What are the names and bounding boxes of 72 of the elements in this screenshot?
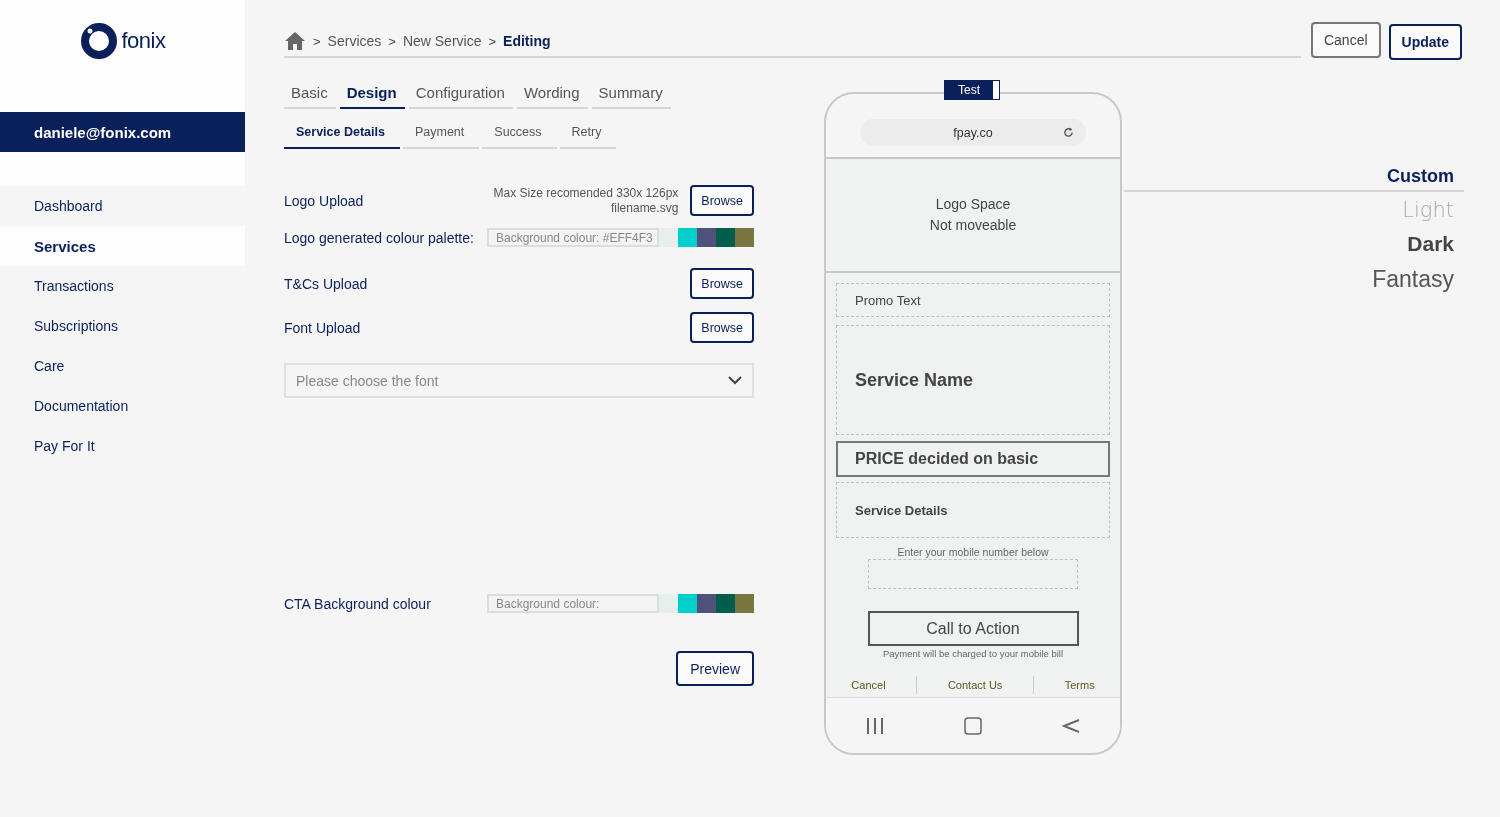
price-box: PRICE decided on basic [836, 441, 1110, 477]
footer-link[interactable]: Contact Us [947, 679, 1003, 691]
colour-swatch[interactable] [735, 594, 754, 613]
colour-swatch[interactable] [678, 594, 697, 613]
size-hint: Max Size recomended 330x 126px [493, 185, 679, 201]
call-to-action-button[interactable]: Call to Action [867, 611, 1079, 646]
field-label: T&Cs Upload [284, 275, 368, 292]
address-bar[interactable]: fpay.co [860, 119, 1086, 146]
sidebar-item[interactable]: Subscriptions [0, 306, 245, 346]
chevron-down-icon [728, 376, 742, 385]
sub-tab[interactable]: Retry [559, 117, 617, 149]
sub-tab[interactable]: Payment [402, 117, 480, 149]
footer-link[interactable]: Terms [1064, 679, 1095, 691]
logo-text: fonix [121, 28, 166, 54]
breadcrumb-link[interactable]: New Service [402, 33, 482, 49]
colour-swatch[interactable] [716, 228, 735, 247]
sidebar-item[interactable]: Dashboard [0, 186, 245, 226]
theme-option[interactable]: Dark [1407, 232, 1464, 256]
test-toggle[interactable]: Test [944, 80, 1000, 100]
home-icon[interactable] [284, 31, 306, 51]
logo-space-text: Not moveable [929, 216, 1017, 235]
theme-option[interactable]: Custom [1124, 166, 1464, 192]
update-button[interactable]: Update [1388, 24, 1462, 60]
user-email: daniele@fonix.com [0, 112, 245, 152]
file-name: filename.svg [610, 200, 679, 216]
sidebar-item[interactable]: Documentation [0, 386, 245, 426]
breadcrumb-separator: > [313, 33, 321, 49]
breadcrumb-link[interactable]: Editing [503, 33, 551, 49]
preview-button[interactable]: Preview [676, 651, 754, 686]
service-name-area: Service Name [836, 325, 1110, 435]
logo-space-text: Logo Space [935, 195, 1011, 214]
colour-swatch[interactable] [716, 594, 735, 613]
tab[interactable]: Configuration [408, 78, 513, 109]
tab[interactable]: Basic [284, 78, 336, 109]
mobile-number-label: Enter your mobile number below [897, 546, 1049, 558]
colour-swatch[interactable] [659, 594, 678, 613]
colour-swatch[interactable] [659, 228, 678, 247]
field-label: Logo Upload [284, 192, 364, 209]
browse-button[interactable]: Browse [690, 312, 754, 343]
colour-swatch[interactable] [735, 228, 754, 247]
sidebar-item[interactable]: Transactions [0, 266, 245, 306]
ring-logo-icon [79, 22, 118, 60]
breadcrumb-separator: > [488, 33, 497, 49]
cancel-button[interactable]: Cancel [1310, 22, 1381, 58]
promo-text-area: Promo Text [836, 283, 1110, 317]
tab[interactable]: Wording [516, 78, 588, 109]
theme-option[interactable]: Fantasy [1372, 266, 1464, 293]
sidebar-item[interactable]: Pay For It [0, 426, 245, 466]
service-details-area: Service Details [836, 482, 1110, 538]
field-label: Font Upload [284, 319, 361, 336]
breadcrumb-separator: > [388, 33, 396, 49]
footer-link[interactable]: Cancel [851, 679, 886, 691]
browse-button[interactable]: Browse [690, 268, 754, 299]
colour-swatch[interactable] [697, 228, 716, 247]
reload-icon[interactable] [1063, 127, 1074, 138]
tab[interactable]: Design [339, 78, 405, 109]
breadcrumb-link[interactable]: Services [327, 33, 382, 49]
sub-tab[interactable]: Service Details [284, 117, 400, 149]
tab[interactable]: Summary [591, 78, 671, 109]
field-label: Logo generated colour palette: [284, 229, 474, 246]
browse-button[interactable]: Browse [690, 185, 754, 216]
charge-note: Payment will be charged to your mobile bill [881, 648, 1065, 659]
home-square-icon[interactable] [964, 716, 982, 735]
back-icon[interactable] [1062, 718, 1080, 733]
field-label: CTA Background colour [284, 595, 431, 612]
colour-swatch[interactable] [697, 594, 716, 613]
sub-tab[interactable]: Success [482, 117, 557, 149]
sidebar-item[interactable]: Care [0, 346, 245, 386]
sidebar-item[interactable]: Services [0, 226, 245, 266]
colour-swatch[interactable] [678, 228, 697, 247]
mobile-number-field[interactable] [868, 559, 1078, 589]
recent-apps-icon[interactable] [866, 717, 884, 734]
